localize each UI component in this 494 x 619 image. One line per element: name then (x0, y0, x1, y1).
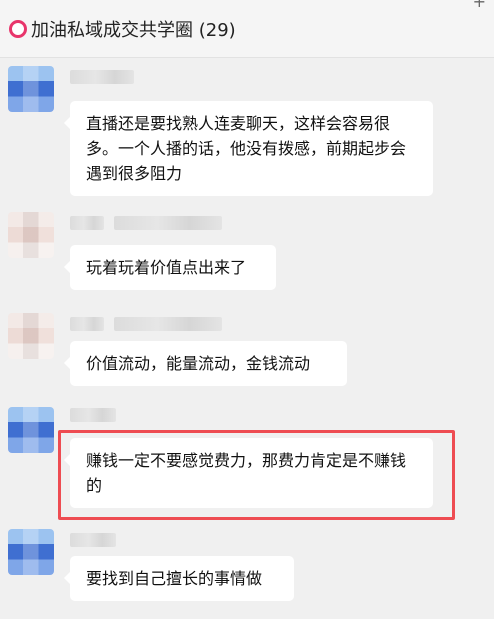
ring-icon (9, 20, 27, 38)
avatar[interactable] (8, 407, 54, 453)
message-text: 玩着玩着价值点出来了 (86, 258, 247, 277)
message-text: 直播还是要找熟人连麦聊天，这样会容易很多。一个人播的话，他没有拨感，前期起步会遇… (86, 114, 407, 183)
sender-name-blurred (70, 408, 116, 422)
avatar[interactable] (8, 529, 54, 575)
message-text: 要找到自己擅长的事情做 (86, 569, 263, 588)
sender-name-blurred (70, 70, 134, 84)
message-bubble[interactable]: 要找到自己擅长的事情做 (64, 556, 294, 601)
sender-name-blurred (70, 317, 104, 331)
sender-name-blurred (70, 216, 104, 230)
chat-title[interactable]: 加油私域成交共学圈 (29) (31, 16, 236, 42)
highlight-box (58, 430, 455, 520)
sender-name-blurred (70, 533, 116, 547)
avatar[interactable] (8, 66, 54, 112)
message-bubble[interactable]: 直播还是要找熟人连麦聊天，这样会容易很多。一个人播的话，他没有拨感，前期起步会遇… (64, 101, 433, 196)
avatar[interactable] (8, 313, 54, 359)
sender-name-blurred (114, 317, 222, 331)
sender-name-blurred (114, 216, 222, 230)
message-bubble[interactable]: 价值流动，能量流动，金钱流动 (64, 341, 347, 386)
plus-icon[interactable]: + (473, 0, 486, 11)
chat-header: 加油私域成交共学圈 (29) + (0, 0, 494, 58)
avatar[interactable] (8, 212, 54, 258)
message-text: 价值流动，能量流动，金钱流动 (86, 354, 311, 373)
message-bubble[interactable]: 玩着玩着价值点出来了 (64, 245, 276, 290)
